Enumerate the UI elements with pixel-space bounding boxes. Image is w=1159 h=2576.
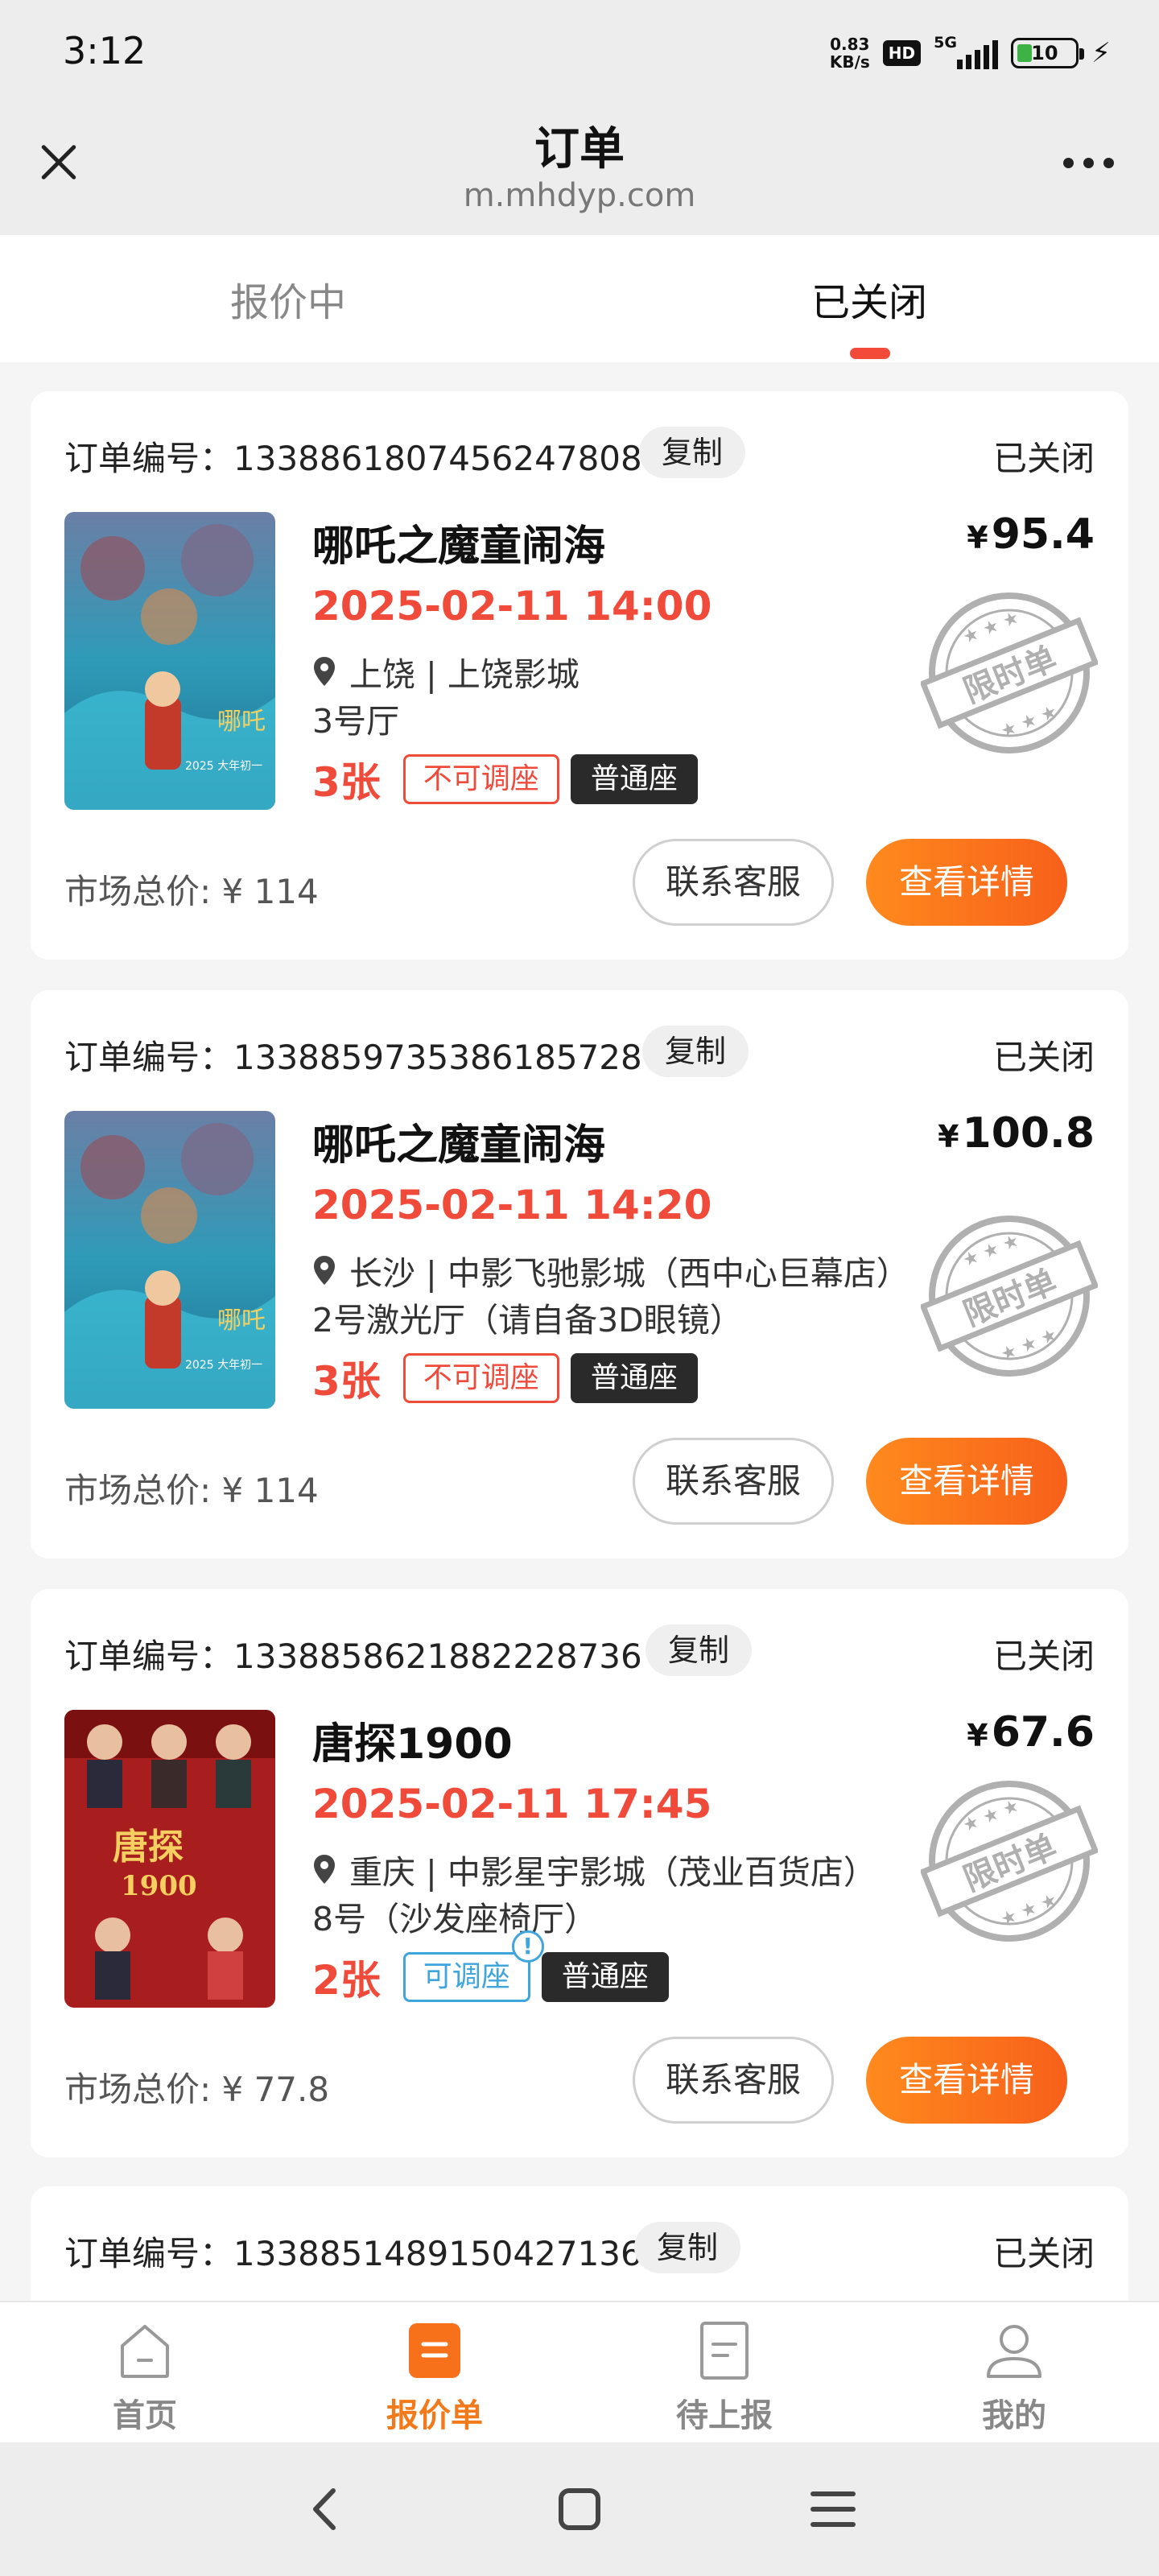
svg-text:2025 大年初一: 2025 大年初一 bbox=[185, 759, 262, 773]
movie-poster[interactable]: 唐探 1900 bbox=[64, 1710, 275, 2008]
ticket-count: 2张 bbox=[312, 1957, 381, 2004]
tangtan-poster-image: 唐探 1900 bbox=[64, 1710, 275, 2008]
back-icon[interactable] bbox=[298, 2481, 354, 2537]
signal-icon: 5G bbox=[934, 34, 999, 69]
ticket-info: 3张 不可调座 普通座 bbox=[312, 750, 698, 808]
profile-icon bbox=[987, 2325, 1041, 2378]
seat-type-tag: 普通座 bbox=[570, 1353, 698, 1403]
location-pin-icon bbox=[314, 657, 335, 686]
tab-closed[interactable]: 已关闭 bbox=[708, 270, 1030, 327]
info-icon[interactable]: ! bbox=[511, 1930, 544, 1963]
order-card: 订单编号：1338858621882228736 复制 已关闭 唐探 1900 … bbox=[31, 1589, 1128, 2157]
view-details-button[interactable]: 查看详情 bbox=[866, 839, 1067, 926]
location-pin-icon bbox=[314, 1855, 335, 1884]
order-status: 已关闭 bbox=[992, 2234, 1095, 2273]
order-card: 订单编号：1338861807456247808 复制 已关闭 哪吒 2025 … bbox=[31, 391, 1128, 960]
quote-icon bbox=[409, 2323, 460, 2378]
system-nav-bar bbox=[0, 2442, 1159, 2576]
showtime: 2025-02-11 14:20 bbox=[312, 1182, 712, 1228]
order-card: 订单编号：1338859735386185728 复制 已关闭 哪吒 2025 … bbox=[31, 990, 1128, 1558]
hd-icon: HD bbox=[882, 40, 922, 66]
seat-adjust-tag: 可调座 ! bbox=[402, 1930, 544, 2002]
tab-bar: 报价中 已关闭 bbox=[0, 235, 1159, 362]
page-url: m.mhdyp.com bbox=[463, 177, 696, 214]
seat-adjust-tag: 不可调座 bbox=[402, 1353, 559, 1403]
contact-service-button[interactable]: 联系客服 bbox=[633, 839, 834, 926]
status-icons: 0.83 KB/s HD 5G 10 ⚡ bbox=[830, 31, 1111, 76]
location-pin-icon bbox=[314, 1256, 335, 1285]
copy-button[interactable]: 复制 bbox=[645, 1624, 753, 1676]
showtime: 2025-02-11 14:00 bbox=[312, 583, 712, 630]
network-speed: 0.83 KB/s bbox=[829, 35, 870, 72]
limited-order-stamp: 限时单 ★ ★ ★ ★ ★ ★ bbox=[921, 592, 1098, 753]
limited-order-stamp: 限时单 ★ ★ ★ ★ ★ ★ bbox=[921, 1216, 1098, 1377]
seat-type-tag: 普通座 bbox=[570, 754, 698, 804]
svg-text:哪吒: 哪吒 bbox=[217, 708, 266, 736]
contact-service-button[interactable]: 联系客服 bbox=[633, 1438, 834, 1525]
pending-icon bbox=[700, 2322, 749, 2380]
hall: 2号激光厅（请自备3D眼镜） bbox=[312, 1301, 743, 1340]
ticket-info: 2张 可调座 ! 普通座 bbox=[312, 1930, 669, 2006]
nav-profile[interactable]: 我的 bbox=[918, 2318, 1111, 2436]
nezha-poster-image: 哪吒 2025 大年初一 bbox=[64, 512, 275, 810]
svg-text:1900: 1900 bbox=[121, 1870, 197, 1902]
cinema-location: 长沙 | 中影飞驰影城（西中心巨幕店） bbox=[312, 1246, 909, 1294]
status-time: 3:12 bbox=[63, 29, 146, 72]
hall: 8号（沙发座椅厅） bbox=[312, 1900, 598, 1938]
battery-icon: 10 bbox=[1011, 38, 1085, 68]
svg-text:2025 大年初一: 2025 大年初一 bbox=[185, 1358, 262, 1372]
showtime: 2025-02-11 17:45 bbox=[312, 1781, 712, 1827]
movie-title: 哪吒之魔童闹海 bbox=[312, 1121, 606, 1170]
seat-type-tag: 普通座 bbox=[541, 1952, 669, 2002]
copy-button[interactable]: 复制 bbox=[642, 1026, 749, 1077]
order-price: ¥95.4 bbox=[967, 510, 1095, 559]
order-status: 已关闭 bbox=[992, 1038, 1095, 1077]
copy-button[interactable]: 复制 bbox=[634, 2222, 741, 2273]
nezha-poster-image: 哪吒 2025 大年初一 bbox=[64, 1111, 275, 1409]
title-bar: 订单 m.mhdyp.com bbox=[0, 105, 1159, 235]
bottom-nav: 首页 报价单 待上报 我的 bbox=[0, 2301, 1159, 2442]
contact-service-button[interactable]: 联系客服 bbox=[633, 2037, 834, 2124]
more-icon[interactable] bbox=[1063, 158, 1114, 168]
movie-poster[interactable]: 哪吒 2025 大年初一 bbox=[64, 1111, 275, 1409]
nav-quotes[interactable]: 报价单 bbox=[338, 2318, 531, 2436]
order-status: 已关闭 bbox=[992, 439, 1095, 478]
view-details-button[interactable]: 查看详情 bbox=[866, 1438, 1067, 1525]
nav-home[interactable]: 首页 bbox=[48, 2318, 241, 2436]
page-title: 订单 bbox=[534, 123, 625, 175]
order-price: ¥100.8 bbox=[938, 1109, 1095, 1158]
order-number: 订单编号：1338858621882228736 bbox=[64, 1637, 642, 1676]
order-status: 已关闭 bbox=[992, 1637, 1095, 1676]
tab-quoting[interactable]: 报价中 bbox=[127, 270, 449, 327]
tab-active-indicator bbox=[850, 348, 890, 359]
hall: 3号厅 bbox=[312, 702, 400, 741]
limited-order-stamp: 限时单 ★ ★ ★ ★ ★ ★ bbox=[921, 1781, 1098, 1942]
movie-title: 哪吒之魔童闹海 bbox=[312, 522, 606, 571]
status-bar: 3:12 0.83 KB/s HD 5G 10 ⚡ bbox=[0, 0, 1159, 105]
market-total-price: 市场总价: ¥ 114 bbox=[64, 872, 319, 911]
movie-title: 唐探1900 bbox=[312, 1720, 513, 1769]
order-number: 订单编号：1338859735386185728 bbox=[64, 1038, 642, 1077]
nav-pending[interactable]: 待上报 bbox=[628, 2318, 821, 2436]
view-details-button[interactable]: 查看详情 bbox=[866, 2037, 1067, 2124]
ticket-count: 3张 bbox=[312, 1358, 381, 1405]
market-total-price: 市场总价: ¥ 77.8 bbox=[64, 2070, 330, 2109]
movie-poster[interactable]: 哪吒 2025 大年初一 bbox=[64, 512, 275, 810]
order-number: 订单编号：1338861807456247808 bbox=[64, 439, 642, 478]
ticket-count: 3张 bbox=[312, 759, 381, 806]
market-total-price: 市场总价: ¥ 114 bbox=[64, 1471, 319, 1510]
order-price: ¥67.6 bbox=[967, 1708, 1095, 1757]
menu-icon[interactable] bbox=[805, 2481, 861, 2537]
svg-text:哪吒: 哪吒 bbox=[217, 1307, 266, 1335]
seat-adjust-tag: 不可调座 bbox=[402, 754, 559, 804]
cinema-location: 重庆 | 中影星宇影城（茂业百货店） bbox=[312, 1845, 876, 1893]
cinema-location: 上饶 | 上饶影城 bbox=[312, 647, 580, 696]
home-button-icon[interactable] bbox=[551, 2481, 608, 2537]
ticket-info: 3张 不可调座 普通座 bbox=[312, 1349, 698, 1407]
svg-text:唐探: 唐探 bbox=[113, 1827, 184, 1868]
copy-button[interactable]: 复制 bbox=[639, 427, 746, 478]
order-number: 订单编号：1338851489150427136 bbox=[64, 2234, 642, 2273]
charging-icon: ⚡ bbox=[1091, 37, 1111, 69]
home-icon bbox=[121, 2325, 169, 2378]
